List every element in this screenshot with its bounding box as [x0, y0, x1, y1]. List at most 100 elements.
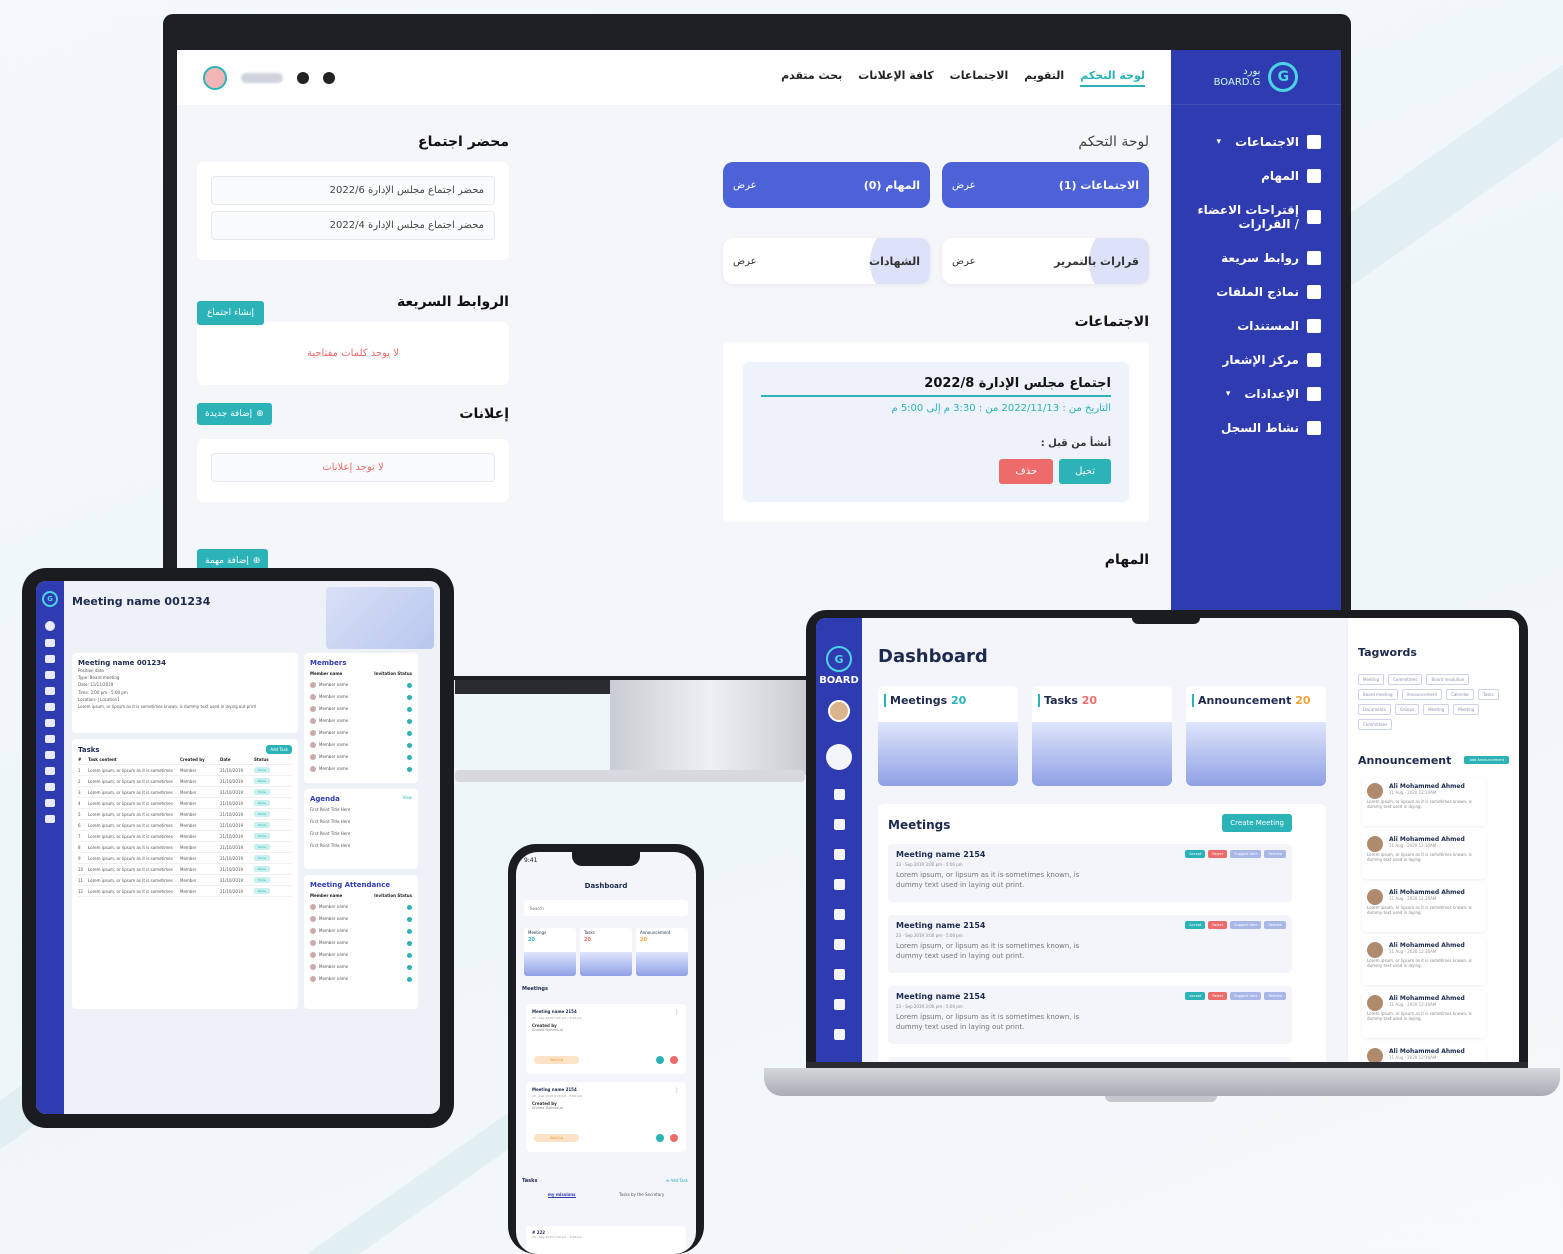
bell-icon[interactable]	[45, 655, 55, 663]
tag-chip[interactable]: Board meeting	[1358, 689, 1398, 700]
table-row[interactable]: 5 Lorem ipsum, or lipsum as it is sometim…	[78, 809, 292, 820]
avatar[interactable]	[203, 65, 227, 90]
create-meeting-button[interactable]: إنشاء اجتماع	[197, 301, 264, 325]
person-icon[interactable]	[833, 969, 845, 980]
meeting-card[interactable]: Meeting name 2154 23 - Sep 2019 3:00 pm …	[526, 1004, 686, 1074]
stat-card-meetings[interactable]: Meetings 20	[878, 686, 1018, 786]
more-icon[interactable]: ⋮	[674, 1087, 680, 1094]
brand-logo[interactable]: G بورد BOARD.G	[1171, 50, 1341, 105]
stat-card-meetings[interactable]: الاجتماعات (1) عرض	[942, 162, 1149, 208]
sidebar-item[interactable]: الإعدادات ▾	[1171, 377, 1341, 411]
meeting-item[interactable]: Meeting name 2154 23 - Sep 2019 3:00 pm -…	[888, 844, 1292, 902]
table-row[interactable]: 2 Lorem ipsum, or lipsum as it is sometim…	[78, 776, 292, 787]
remote-button[interactable]: Remote	[1264, 850, 1286, 858]
reject-icon[interactable]	[670, 1134, 678, 1142]
member-row[interactable]: Member name	[310, 739, 412, 751]
reject-button[interactable]: Reject	[1208, 850, 1228, 858]
delete-button[interactable]: حذف	[999, 459, 1054, 484]
view-link[interactable]: عرض	[733, 180, 757, 191]
member-row[interactable]: Member name	[310, 913, 412, 925]
tag-chip[interactable]: Board resolution	[1426, 674, 1470, 685]
accept-button[interactable]: Accept	[1185, 850, 1206, 858]
stat-card-tasks[interactable]: Tasks 20	[1032, 686, 1172, 786]
file-icon[interactable]	[45, 783, 55, 791]
bell-icon[interactable]	[833, 789, 845, 800]
tag-chip[interactable]: Announcement	[1401, 689, 1443, 700]
meeting-name[interactable]: اجتماع مجلس الإدارة 2022/8	[761, 376, 1111, 397]
member-row[interactable]: Member name	[310, 973, 412, 985]
view-link[interactable]: عرض	[733, 256, 757, 267]
stat-card-announcement[interactable]: Announcement 20	[1186, 686, 1326, 786]
top-nav-item[interactable]: الاجتماعات	[950, 69, 1009, 87]
task-item[interactable]: # 222 23 - Sep 2019 3:00 pm - 5:00 pm	[526, 1226, 686, 1254]
tag-chip[interactable]: Groups	[1394, 704, 1420, 715]
tag-icon[interactable]	[833, 999, 845, 1010]
grid-icon[interactable]	[833, 849, 845, 860]
top-nav-item[interactable]: بحث متقدم	[781, 69, 842, 87]
reject-button[interactable]: Reject	[1208, 992, 1228, 1000]
table-row[interactable]: 1 Lorem ipsum, or lipsum as it is sometim…	[78, 765, 292, 776]
meeting-item[interactable]: Meeting name 2154 23 - Sep 2019 3:00 pm -…	[888, 986, 1292, 1044]
sidebar-item[interactable]: المهام	[1171, 159, 1341, 193]
settings-icon[interactable]	[45, 815, 55, 823]
table-row[interactable]: 11 Lorem ipsum, or lipsum as it is someti…	[78, 875, 292, 886]
add-announcement-button[interactable]: Add Announcement	[1464, 756, 1509, 764]
table-row[interactable]: 6 Lorem ipsum, or lipsum as it is sometim…	[78, 820, 292, 831]
member-row[interactable]: Member name	[310, 937, 412, 949]
sidebar-item[interactable]: مركز الإشعار	[1171, 343, 1341, 377]
member-row[interactable]: Member name	[310, 691, 412, 703]
top-nav-item[interactable]: كافة الإعلانات	[858, 69, 933, 87]
person-icon[interactable]	[45, 751, 55, 759]
tag-chip[interactable]: Documents	[1358, 704, 1391, 715]
users-icon[interactable]	[45, 719, 55, 727]
suggest-time-button[interactable]: Suggest time	[1230, 921, 1262, 929]
minutes-item[interactable]: محضر اجتماع مجلس الإدارة 2022/4	[211, 211, 495, 240]
agenda-item[interactable]: First Point Title Here	[310, 815, 412, 827]
accept-icon[interactable]	[656, 1056, 664, 1064]
tag-icon[interactable]	[45, 767, 55, 775]
member-row[interactable]: Member name	[310, 703, 412, 715]
sidebar-item[interactable]: الاجتماعات ▾	[1171, 125, 1341, 159]
search-icon[interactable]	[45, 671, 55, 679]
search-icon[interactable]	[833, 819, 845, 830]
member-row[interactable]: Member name	[310, 961, 412, 973]
top-nav-item[interactable]: التقويم	[1024, 69, 1064, 87]
accept-icon[interactable]	[656, 1134, 664, 1142]
tag-chip[interactable]: Meeting	[1453, 704, 1480, 715]
reject-icon[interactable]	[670, 1056, 678, 1064]
table-row[interactable]: 9 Lorem ipsum, or lipsum as it is sometim…	[78, 853, 292, 864]
meeting-item[interactable]: Meeting name 2154 23 - Sep 2019 3:00 pm -…	[888, 915, 1292, 973]
brand-logo[interactable]: G BOARD	[816, 646, 862, 686]
edit-button[interactable]: تحيل	[1059, 459, 1111, 484]
member-row[interactable]: Member name	[310, 679, 412, 691]
tag-chip[interactable]: Committees	[1358, 719, 1393, 730]
globe-icon[interactable]	[323, 71, 335, 84]
tab-tasks-by-secretary[interactable]: Tasks by the Secretary	[619, 1192, 664, 1198]
member-row[interactable]: Member name	[310, 925, 412, 937]
avatar[interactable]	[45, 621, 55, 631]
add-new-button[interactable]: ⊕ إضافة جديدة	[197, 403, 272, 425]
table-row[interactable]: 4 Lorem ipsum, or lipsum as it is sometim…	[78, 798, 292, 809]
add-task-link[interactable]: ⊕ Add Task	[666, 1178, 688, 1183]
table-row[interactable]: 3 Lorem ipsum, or lipsum as it is sometim…	[78, 787, 292, 798]
table-row[interactable]: 10 Lorem ipsum, or lipsum as it is someti…	[78, 864, 292, 875]
view-link[interactable]: عرض	[952, 256, 976, 267]
create-meeting-button[interactable]: Create Meeting	[1222, 814, 1292, 832]
users-icon[interactable]	[833, 909, 845, 920]
member-row[interactable]: Member name	[310, 949, 412, 961]
sidebar-item[interactable]: إقتراحات الاعضاء / القرارات	[1171, 193, 1341, 241]
top-nav-item[interactable]: لوحة التحكم	[1080, 69, 1145, 87]
reject-button[interactable]: Reject	[1208, 921, 1228, 929]
stat-card-resolutions[interactable]: قرارات بالتمرير عرض	[942, 238, 1149, 284]
home-icon[interactable]	[826, 744, 852, 770]
calendar-icon[interactable]	[833, 939, 845, 950]
announcement-item[interactable]: Ali Mohammed Ahmed 11 Aug - 2020 12:30AM L…	[1362, 831, 1486, 879]
add-task-button[interactable]: Add Task	[266, 745, 292, 754]
tag-chip[interactable]: Calendar	[1446, 689, 1475, 700]
tag-chip[interactable]: Tasks	[1478, 689, 1499, 700]
calendar-icon[interactable]	[45, 735, 55, 743]
tag-chip[interactable]: Committees	[1388, 674, 1423, 685]
tab-my-missions[interactable]: my missions	[547, 1192, 576, 1198]
meetings-icon[interactable]	[833, 879, 845, 890]
megaphone-icon[interactable]	[45, 799, 55, 807]
